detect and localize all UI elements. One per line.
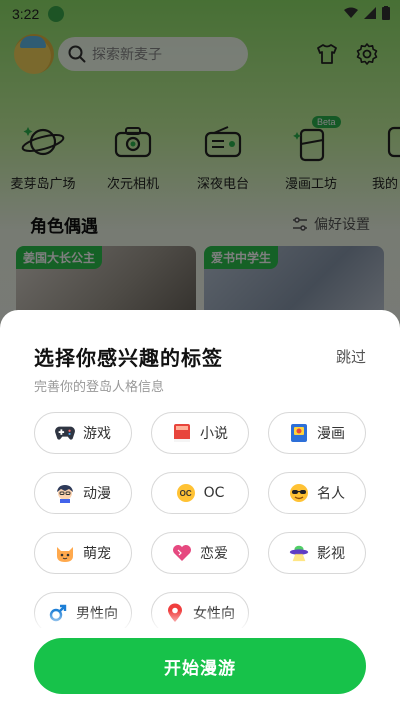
oc-badge-icon: OC (176, 483, 196, 503)
tag-label: 漫画 (317, 426, 345, 442)
tag-label: 动漫 (83, 486, 111, 502)
tag-label: 影视 (317, 546, 345, 562)
heart-icon (172, 543, 192, 563)
start-exploring-button[interactable]: 开始漫游 (34, 638, 366, 694)
tag-game[interactable]: 游戏 (34, 412, 132, 454)
tag-label: 恋爱 (200, 546, 228, 562)
comic-book-icon (289, 423, 309, 443)
oc-badge-text: OC (179, 488, 192, 498)
tag-celebrity[interactable]: 名人 (268, 472, 366, 514)
tag-label: 游戏 (83, 426, 111, 442)
tag-selection-sheet: 选择你感兴趣的标签 跳过 完善你的登岛人格信息 游戏 小说 漫画 动漫 OC O… (0, 310, 400, 711)
tag-romance[interactable]: 恋爱 (151, 532, 249, 574)
tag-film-tv[interactable]: 影视 (268, 532, 366, 574)
gamepad-icon (55, 423, 75, 443)
tag-label: OC (203, 485, 225, 501)
sheet-subtitle: 完善你的登岛人格信息 (34, 380, 165, 395)
tag-novel[interactable]: 小说 (151, 412, 249, 454)
sunglasses-face-icon (289, 483, 309, 503)
ufo-icon (289, 543, 309, 563)
scroll-fade (0, 610, 400, 632)
cat-face-icon (55, 543, 75, 563)
tag-oc[interactable]: OC OC (151, 472, 249, 514)
tag-pets[interactable]: 萌宠 (34, 532, 132, 574)
book-icon (172, 423, 192, 443)
tag-label: 萌宠 (83, 546, 111, 562)
tag-anime[interactable]: 动漫 (34, 472, 132, 514)
skip-button[interactable]: 跳过 (336, 346, 366, 367)
sheet-title: 选择你感兴趣的标签 (34, 346, 223, 370)
tag-comic[interactable]: 漫画 (268, 412, 366, 454)
tag-label: 名人 (317, 486, 345, 502)
anime-character-icon (55, 483, 75, 503)
tag-label: 小说 (200, 426, 228, 442)
tag-grid: 游戏 小说 漫画 动漫 OC OC 名人 萌宠 恋爱 影视 (34, 412, 366, 628)
